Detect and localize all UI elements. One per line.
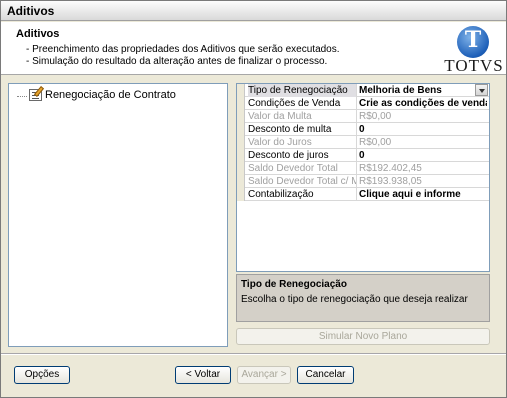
cancel-button[interactable]: Cancelar [297, 366, 354, 384]
help-description: Escolha o tipo de renegociação que desej… [241, 294, 468, 305]
property-name: Valor do Juros [248, 137, 312, 148]
row-gutter [237, 97, 245, 110]
column-divider [356, 149, 357, 162]
logo-wordmark: TOTVS [444, 56, 504, 75]
property-name: Valor da Multa [248, 111, 312, 122]
property-name: Condições de Venda [248, 98, 341, 109]
property-value: R$0,00 [359, 111, 392, 122]
wizard-header: Aditivos - Preenchimento das propriedade… [1, 22, 506, 75]
header-description-2: - Simulação do resultado da alteração an… [26, 56, 328, 67]
property-row-desconto-juros[interactable]: Desconto de juros 0 [237, 149, 489, 162]
header-title: Aditivos [16, 28, 60, 40]
window-title: Aditivos [7, 4, 55, 18]
property-value: R$0,00 [359, 137, 392, 148]
property-row-tipo-renegociacao[interactable]: Tipo de Renegociação Melhoria de Bens [237, 84, 489, 97]
column-divider [356, 175, 357, 188]
tree-item-label: Renegociação de Contrato [45, 89, 176, 101]
row-gutter [237, 136, 245, 149]
property-row-saldo-devedor-me: Saldo Devedor Total c/ M. e R$193.938,05 [237, 175, 489, 188]
title-bar[interactable]: Aditivos [1, 1, 506, 21]
property-name: Desconto de juros [248, 150, 329, 161]
column-divider [356, 136, 357, 149]
property-grid[interactable]: Tipo de Renegociação Melhoria de Bens Co… [236, 83, 490, 272]
property-name: Tipo de Renegociação [248, 84, 356, 97]
property-row-condicoes-venda[interactable]: Condições de Venda Crie as condições de … [237, 97, 489, 110]
property-value: R$193.938,05 [359, 176, 422, 187]
row-gutter [237, 84, 245, 97]
footer-separator [1, 353, 506, 355]
back-button[interactable]: < Voltar [175, 366, 231, 384]
header-description-1: - Preenchimento das propriedades dos Adi… [26, 44, 340, 55]
property-row-desconto-multa[interactable]: Desconto de multa 0 [237, 123, 489, 136]
column-divider [356, 84, 357, 97]
row-gutter [237, 188, 245, 201]
property-name: Saldo Devedor Total c/ M. e [248, 176, 356, 187]
property-name: Contabilização [248, 189, 314, 200]
row-gutter [237, 110, 245, 123]
tipo-renegociacao-select[interactable]: Melhoria de Bens [359, 84, 487, 97]
chevron-down-icon[interactable] [475, 84, 488, 96]
row-gutter [237, 149, 245, 162]
property-help-panel: Tipo de Renegociação Escolha o tipo de r… [236, 274, 490, 322]
next-button[interactable]: Avançar > [237, 366, 291, 384]
column-divider [356, 162, 357, 175]
property-value: R$192.402,45 [359, 163, 422, 174]
logo-letter: T [464, 27, 482, 53]
simulate-new-plan-button[interactable]: Simular Novo Plano [236, 328, 490, 345]
column-divider [356, 110, 357, 123]
property-row-contabilizacao[interactable]: Contabilização Clique aqui e informe [237, 188, 489, 201]
aditivos-tree[interactable]: Renegociação de Contrato [8, 83, 228, 347]
property-row-valor-juros: Valor do Juros R$0,00 [237, 136, 489, 149]
row-gutter [237, 162, 245, 175]
options-button[interactable]: Opções [14, 366, 70, 384]
property-name: Saldo Devedor Total [248, 163, 338, 174]
property-row-valor-multa: Valor da Multa R$0,00 [237, 110, 489, 123]
property-value[interactable]: Clique aqui e informe [359, 188, 487, 201]
column-divider [356, 188, 357, 201]
row-gutter [237, 175, 245, 188]
property-value[interactable]: Crie as condições de venda [359, 97, 487, 110]
tree-connector [17, 96, 27, 97]
column-divider [356, 123, 357, 136]
row-gutter [237, 123, 245, 136]
aditivos-dialog: Aditivos Aditivos - Preenchimento das pr… [0, 0, 507, 398]
help-title: Tipo de Renegociação [241, 279, 347, 290]
property-name: Desconto de multa [248, 124, 332, 135]
property-row-saldo-devedor: Saldo Devedor Total R$192.402,45 [237, 162, 489, 175]
property-value[interactable]: 0 [359, 149, 487, 162]
column-divider [356, 97, 357, 110]
property-value[interactable]: 0 [359, 123, 487, 136]
totvs-logo: T TOTVS [444, 26, 504, 76]
